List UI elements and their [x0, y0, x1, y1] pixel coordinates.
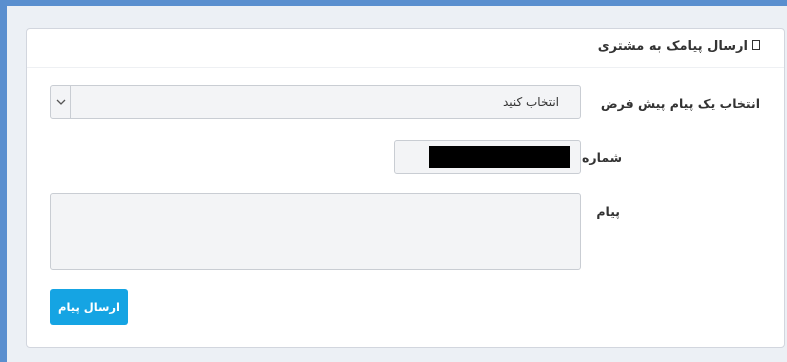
template-select-label: انتخاب یک پیام پیش فرض	[600, 96, 760, 111]
template-select[interactable]: انتخاب کنید	[50, 85, 581, 119]
send-sms-panel: ارسال پیامک به مشتری انتخاب یک پیام پیش …	[26, 28, 785, 348]
panel-title: ارسال پیامک به مشتری	[598, 39, 760, 54]
chevron-down-icon	[56, 99, 66, 105]
template-select-value: انتخاب کنید	[502, 95, 559, 109]
select-arrow-button[interactable]	[51, 86, 71, 118]
left-frame-edge	[0, 0, 7, 362]
panel-header: ارسال پیامک به مشتری	[27, 29, 784, 68]
message-textarea[interactable]	[50, 193, 581, 270]
phone-redaction-block	[429, 146, 570, 168]
panel-title-text: ارسال پیامک به مشتری	[597, 39, 748, 54]
top-frame-bar	[0, 0, 787, 6]
square-icon	[752, 40, 760, 50]
send-message-button[interactable]: ارسال پیام	[50, 289, 128, 325]
message-label: پیام	[596, 204, 620, 219]
customer-phone-field[interactable]	[394, 140, 581, 174]
